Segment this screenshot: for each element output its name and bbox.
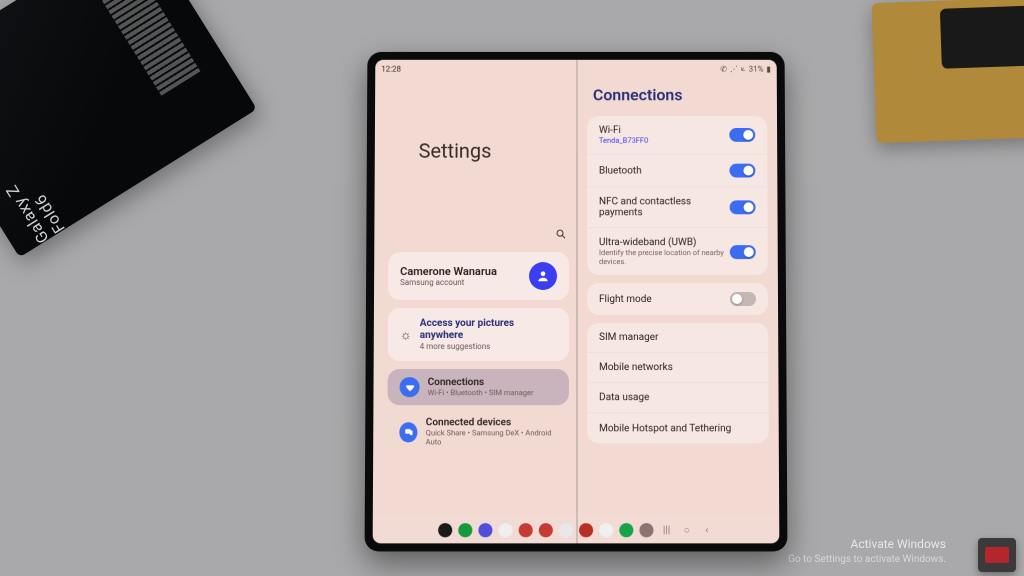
windows-watermark-title: Activate Windows (788, 536, 946, 552)
row-label: NFC and contactless payments (599, 196, 730, 218)
taskbar-app-9[interactable] (619, 523, 633, 537)
nav-desc: Quick Share • Samsung DeX • Android Auto (426, 428, 557, 446)
toggle-uwb[interactable] (730, 245, 756, 259)
row-label: Bluetooth (599, 165, 642, 176)
group-mobile: SIM manager Mobile networks Data usage Mobi… (587, 323, 769, 443)
toggle-knob (744, 247, 754, 257)
row-hotspot[interactable]: Mobile Hotspot and Tethering (587, 413, 769, 443)
channel-badge (978, 538, 1016, 572)
toggle-knob (743, 166, 753, 176)
device-fold-line (576, 60, 578, 544)
row-label: Mobile Hotspot and Tethering (599, 423, 731, 434)
row-label: Mobile networks (599, 362, 673, 373)
row-sub: Tenda_B73FF0 (599, 136, 648, 145)
windows-watermark-sub: Go to Settings to activate Windows. (788, 553, 946, 567)
battery-text: 31% (749, 64, 764, 73)
nav-desc: Wi-Fi • Bluetooth • SIM manager (428, 388, 534, 397)
background-object (872, 0, 1024, 143)
nav-label: Connected devices (426, 417, 557, 428)
account-name: Camerone Wanarua (400, 265, 497, 278)
taskbar-app-10[interactable] (639, 523, 653, 537)
row-label: Flight mode (599, 294, 652, 305)
search-icon (555, 228, 567, 240)
nav-home[interactable]: ○ (680, 523, 694, 537)
wifi-nav-icon (400, 377, 420, 397)
page-title: Settings (419, 139, 569, 163)
lightbulb-icon: ☼ (400, 326, 412, 342)
toggle-wifi[interactable] (729, 128, 755, 142)
group-flight: Flight mode (587, 283, 768, 315)
signal-icon: ⟀ (741, 64, 746, 74)
product-box: Galaxy Z Fold6 (0, 0, 257, 257)
row-flight[interactable]: Flight mode (587, 283, 768, 315)
suggestion-card[interactable]: ☼ Access your picturesanywhere 4 more su… (388, 308, 569, 361)
toggle-nfc[interactable] (730, 200, 756, 214)
settings-detail-pane: Connections Wi-FiTenda_B73FF0 Bluetooth NF… (579, 60, 779, 544)
taskbar-app-3[interactable] (499, 523, 513, 537)
row-label: Data usage (599, 392, 649, 403)
taskbar-app-0[interactable] (438, 523, 452, 537)
toggle-knob (732, 294, 742, 304)
row-label: SIM manager (599, 332, 658, 343)
nav-back[interactable]: ‹ (700, 523, 714, 537)
taskbar-app-6[interactable] (559, 523, 573, 537)
taskbar-app-2[interactable] (478, 523, 492, 537)
product-box-label: Galaxy Z Fold6 (0, 159, 69, 247)
taskbar-app-5[interactable] (539, 523, 553, 537)
settings-master-pane: Settings Camerone Wanarua Samsung accoun… (373, 60, 579, 544)
nav-item-connected-devices[interactable]: Connected devices Quick Share • Samsung … (387, 409, 569, 454)
taskbar-app-4[interactable] (519, 523, 533, 537)
barcode-sticker (93, 0, 201, 96)
row-sim[interactable]: SIM manager (587, 323, 768, 353)
search-button[interactable] (555, 228, 567, 243)
toggle-knob (743, 130, 753, 140)
foldable-device: 12:28 ✆ ⋰ ⟀ 31% ▮ Settings (365, 52, 788, 552)
person-icon (536, 269, 550, 283)
row-label: Ultra-wideband (UWB) (599, 237, 730, 248)
wifi-icon: ⋰ (730, 64, 738, 73)
row-nfc[interactable]: NFC and contactless payments (587, 187, 768, 228)
toggle-flight[interactable] (730, 292, 756, 306)
avatar (529, 262, 557, 290)
taskbar-app-1[interactable] (458, 523, 472, 537)
suggestion-title: Access your picturesanywhere (420, 318, 514, 342)
devices-nav-icon (399, 422, 417, 442)
battery-icon: ▮ (766, 64, 770, 73)
toggle-bluetooth[interactable] (729, 164, 755, 178)
toggle-knob (744, 202, 754, 212)
windows-watermark: Activate Windows Go to Settings to activ… (788, 536, 946, 566)
row-bluetooth[interactable]: Bluetooth (587, 155, 767, 188)
account-card[interactable]: Camerone Wanarua Samsung account (388, 252, 569, 300)
nav-recents[interactable]: ||| (660, 523, 674, 537)
row-datausg[interactable]: Data usage (587, 383, 769, 413)
row-wifi[interactable]: Wi-FiTenda_B73FF0 (587, 116, 767, 155)
nav-item-connections[interactable]: Connections Wi-Fi • Bluetooth • SIM mana… (387, 369, 569, 405)
row-uwb[interactable]: Ultra-wideband (UWB)Identify the precise… (587, 228, 768, 275)
group-wireless: Wi-FiTenda_B73FF0 Bluetooth NFC and contac… (587, 116, 768, 275)
row-sub: Identify the precise location of nearby … (599, 248, 730, 266)
suggestion-sub: 4 more suggestions (420, 342, 514, 351)
vibrate-icon: ✆ (720, 64, 727, 73)
taskbar-app-8[interactable] (599, 523, 613, 537)
detail-title: Connections (587, 85, 767, 104)
row-mobnet[interactable]: Mobile networks (587, 353, 768, 383)
taskbar-app-7[interactable] (579, 523, 593, 537)
background-device (940, 6, 1024, 69)
nav-label: Connections (428, 377, 534, 388)
row-label: Wi-Fi (599, 125, 648, 136)
account-sub: Samsung account (400, 278, 497, 287)
